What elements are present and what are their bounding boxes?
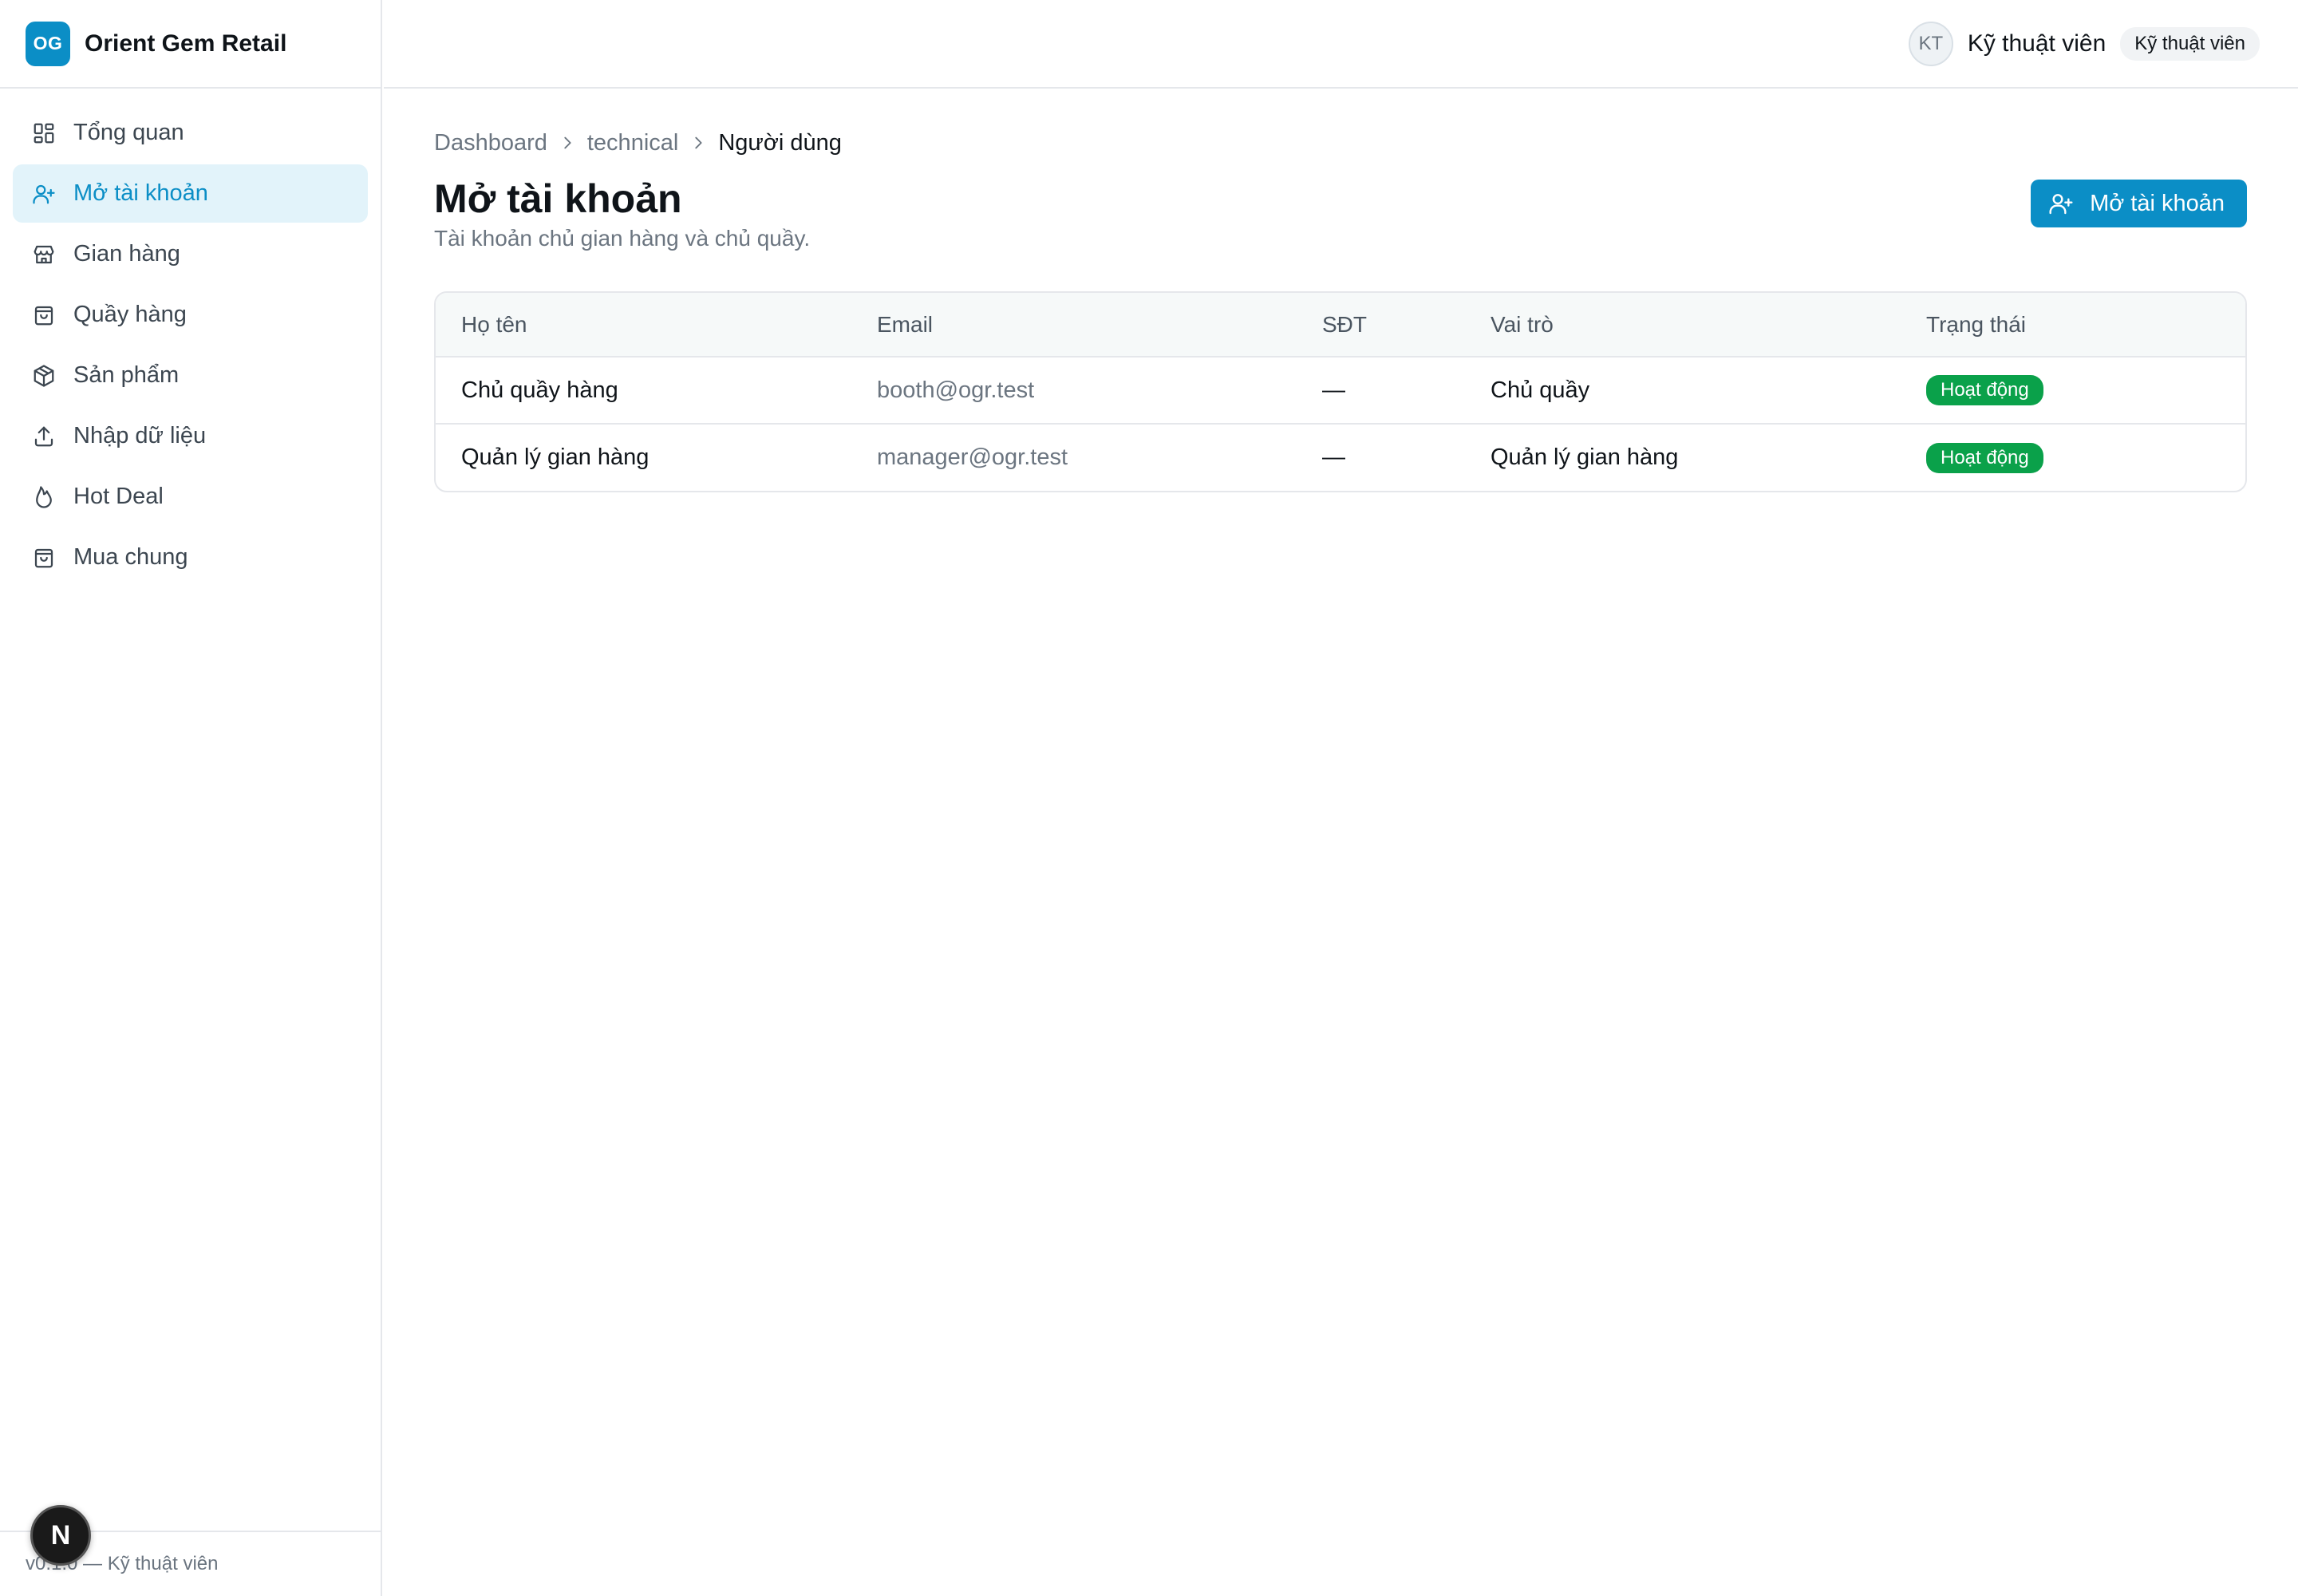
sidebar-item-label: Mua chung	[73, 544, 188, 570]
breadcrumb-current: Người dùng	[718, 129, 842, 156]
page-subtitle: Tài khoản chủ gian hàng và chủ quầy.	[434, 226, 811, 251]
sidebar-item-nhap-du-lieu[interactable]: Nhập dữ liệu	[13, 407, 368, 465]
user-plus-icon	[33, 184, 55, 203]
sidebar-item-gian-hang[interactable]: Gian hàng	[13, 225, 368, 283]
breadcrumb: Dashboard technical Người dùng	[434, 127, 2247, 159]
upload-icon	[34, 426, 53, 446]
column-header-role: Vai trò	[1491, 311, 1554, 337]
brand-logo: OG	[26, 21, 70, 66]
top-header: KT Kỹ thuật viên Kỹ thuật viên	[384, 0, 2298, 89]
brand[interactable]: OG Orient Gem Retail	[0, 0, 381, 89]
package-icon	[34, 364, 54, 387]
cell-name: Quản lý gian hàng	[461, 444, 650, 470]
dashboard-icon	[34, 123, 54, 143]
sidebar-item-mua-chung[interactable]: Mua chung	[13, 528, 368, 587]
shopping-bag-icon	[34, 548, 53, 567]
breadcrumb-dashboard[interactable]: Dashboard	[434, 130, 547, 156]
sidebar: OG Orient Gem Retail Tổng quan Mở tài kh…	[0, 0, 382, 1596]
cell-name: Chủ quầy hàng	[461, 377, 618, 403]
chevron-right-icon	[695, 136, 702, 149]
breadcrumb-technical[interactable]: technical	[587, 130, 678, 156]
cell-role: Chủ quầy	[1491, 377, 1590, 403]
open-account-button-label: Mở tài khoản	[2090, 190, 2225, 216]
flame-icon	[36, 485, 52, 508]
sidebar-item-label: Nhập dữ liệu	[73, 423, 207, 448]
table-header-row: Họ tên Email SĐT Vai trò Trạng thái	[436, 293, 2245, 357]
main-content: Dashboard technical Người dùng Mở tài kh…	[434, 89, 2247, 492]
user-name: Kỹ thuật viên	[1967, 30, 2106, 57]
cell-phone: —	[1322, 377, 1345, 403]
shopping-bag-icon	[34, 306, 53, 325]
role-badge: Kỹ thuật viên	[2120, 26, 2260, 61]
sidebar-item-label: Mở tài khoản	[73, 180, 208, 206]
cell-status: Hoạt động	[1926, 357, 2245, 424]
user-plus-icon	[2049, 194, 2073, 215]
sidebar-nav: Tổng quan Mở tài khoản Gian hàng Quầy hà…	[0, 89, 381, 587]
cell-email: manager@ogr.test	[877, 444, 1068, 470]
sidebar-item-label: Sản phẩm	[73, 362, 180, 388]
sidebar-item-tong-quan[interactable]: Tổng quan	[13, 104, 368, 162]
status-badge: Hoạt động	[1926, 375, 2043, 405]
sidebar-item-label: Gian hàng	[73, 241, 180, 267]
cell-status: Hoạt động	[1926, 424, 2245, 491]
dev-tools-button[interactable]: N	[30, 1505, 91, 1566]
store-icon	[34, 245, 54, 263]
sidebar-item-mo-tai-khoan[interactable]: Mở tài khoản	[13, 164, 368, 223]
cell-role: Quản lý gian hàng	[1491, 444, 1679, 470]
page-title: Mở tài khoản	[434, 176, 682, 221]
sidebar-item-label: Hot Deal	[73, 484, 164, 509]
column-header-phone: SĐT	[1322, 311, 1367, 337]
sidebar-item-label: Quầy hàng	[73, 302, 187, 327]
cell-phone: —	[1322, 444, 1345, 470]
status-badge: Hoạt động	[1926, 442, 2043, 473]
column-header-name: Họ tên	[461, 311, 527, 337]
sidebar-item-hot-deal[interactable]: Hot Deal	[13, 468, 368, 526]
page-header: Mở tài khoản Tài khoản chủ gian hàng và …	[434, 175, 2247, 251]
column-header-status: Trạng thái	[1926, 311, 2027, 337]
sidebar-item-label: Tổng quan	[73, 120, 184, 145]
table-row[interactable]: Quản lý gian hàng manager@ogr.test — Quả…	[436, 424, 2245, 491]
table-row[interactable]: Chủ quầy hàng booth@ogr.test — Chủ quầy …	[436, 357, 2245, 424]
sidebar-item-san-pham[interactable]: Sản phẩm	[13, 346, 368, 405]
users-table: Họ tên Email SĐT Vai trò Trạng thái Chủ …	[436, 293, 2245, 491]
column-header-email: Email	[877, 311, 934, 337]
chevron-right-icon	[564, 136, 571, 149]
avatar[interactable]: KT	[1908, 21, 1953, 66]
users-table-card: Họ tên Email SĐT Vai trò Trạng thái Chủ …	[434, 291, 2247, 492]
open-account-button[interactable]: Mở tài khoản	[2031, 180, 2247, 227]
brand-name: Orient Gem Retail	[85, 30, 287, 57]
sidebar-item-quay-hang[interactable]: Quầy hàng	[13, 286, 368, 344]
cell-email: booth@ogr.test	[877, 377, 1035, 403]
